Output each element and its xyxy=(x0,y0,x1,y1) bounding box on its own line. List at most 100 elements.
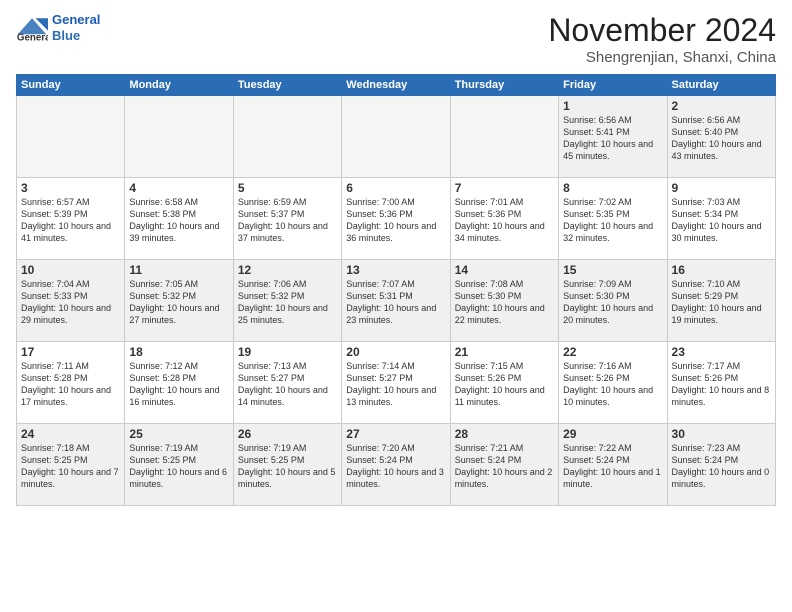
calendar-cell: 29Sunrise: 7:22 AM Sunset: 5:24 PM Dayli… xyxy=(559,424,667,506)
day-number: 20 xyxy=(346,345,445,359)
calendar-cell: 28Sunrise: 7:21 AM Sunset: 5:24 PM Dayli… xyxy=(450,424,558,506)
day-number: 11 xyxy=(129,263,228,277)
weekday-header-saturday: Saturday xyxy=(667,75,775,96)
calendar-cell: 17Sunrise: 7:11 AM Sunset: 5:28 PM Dayli… xyxy=(17,342,125,424)
week-row-2: 3Sunrise: 6:57 AM Sunset: 5:39 PM Daylig… xyxy=(17,178,776,260)
weekday-header-row: SundayMondayTuesdayWednesdayThursdayFrid… xyxy=(17,75,776,96)
day-info: Sunrise: 7:05 AM Sunset: 5:32 PM Dayligh… xyxy=(129,278,228,327)
month-title: November 2024 xyxy=(548,12,776,49)
day-number: 14 xyxy=(455,263,554,277)
day-info: Sunrise: 7:10 AM Sunset: 5:29 PM Dayligh… xyxy=(672,278,771,327)
calendar-cell: 30Sunrise: 7:23 AM Sunset: 5:24 PM Dayli… xyxy=(667,424,775,506)
day-info: Sunrise: 7:22 AM Sunset: 5:24 PM Dayligh… xyxy=(563,442,662,491)
calendar-cell: 23Sunrise: 7:17 AM Sunset: 5:26 PM Dayli… xyxy=(667,342,775,424)
calendar-cell: 4Sunrise: 6:58 AM Sunset: 5:38 PM Daylig… xyxy=(125,178,233,260)
calendar-cell: 19Sunrise: 7:13 AM Sunset: 5:27 PM Dayli… xyxy=(233,342,341,424)
calendar-cell: 7Sunrise: 7:01 AM Sunset: 5:36 PM Daylig… xyxy=(450,178,558,260)
day-info: Sunrise: 7:20 AM Sunset: 5:24 PM Dayligh… xyxy=(346,442,445,491)
day-info: Sunrise: 7:18 AM Sunset: 5:25 PM Dayligh… xyxy=(21,442,120,491)
calendar-cell: 6Sunrise: 7:00 AM Sunset: 5:36 PM Daylig… xyxy=(342,178,450,260)
day-info: Sunrise: 7:12 AM Sunset: 5:28 PM Dayligh… xyxy=(129,360,228,409)
day-number: 15 xyxy=(563,263,662,277)
calendar-cell: 12Sunrise: 7:06 AM Sunset: 5:32 PM Dayli… xyxy=(233,260,341,342)
calendar-cell: 13Sunrise: 7:07 AM Sunset: 5:31 PM Dayli… xyxy=(342,260,450,342)
day-info: Sunrise: 6:58 AM Sunset: 5:38 PM Dayligh… xyxy=(129,196,228,245)
day-number: 21 xyxy=(455,345,554,359)
day-number: 19 xyxy=(238,345,337,359)
page-header: General General Blue November 2024 Sheng… xyxy=(16,12,776,66)
day-info: Sunrise: 7:07 AM Sunset: 5:31 PM Dayligh… xyxy=(346,278,445,327)
calendar-table: SundayMondayTuesdayWednesdayThursdayFrid… xyxy=(16,74,776,506)
day-number: 6 xyxy=(346,181,445,195)
day-number: 28 xyxy=(455,427,554,441)
logo-text: General Blue xyxy=(52,12,100,43)
calendar-cell: 18Sunrise: 7:12 AM Sunset: 5:28 PM Dayli… xyxy=(125,342,233,424)
day-number: 17 xyxy=(21,345,120,359)
calendar-cell: 1Sunrise: 6:56 AM Sunset: 5:41 PM Daylig… xyxy=(559,96,667,178)
week-row-3: 10Sunrise: 7:04 AM Sunset: 5:33 PM Dayli… xyxy=(17,260,776,342)
calendar-cell: 2Sunrise: 6:56 AM Sunset: 5:40 PM Daylig… xyxy=(667,96,775,178)
day-info: Sunrise: 7:17 AM Sunset: 5:26 PM Dayligh… xyxy=(672,360,771,409)
day-number: 5 xyxy=(238,181,337,195)
week-row-4: 17Sunrise: 7:11 AM Sunset: 5:28 PM Dayli… xyxy=(17,342,776,424)
calendar-cell: 16Sunrise: 7:10 AM Sunset: 5:29 PM Dayli… xyxy=(667,260,775,342)
weekday-header-sunday: Sunday xyxy=(17,75,125,96)
svg-text:General: General xyxy=(17,32,48,42)
day-number: 24 xyxy=(21,427,120,441)
location: Shengrenjian, Shanxi, China xyxy=(548,49,776,66)
day-info: Sunrise: 7:01 AM Sunset: 5:36 PM Dayligh… xyxy=(455,196,554,245)
calendar-cell: 21Sunrise: 7:15 AM Sunset: 5:26 PM Dayli… xyxy=(450,342,558,424)
day-info: Sunrise: 7:09 AM Sunset: 5:30 PM Dayligh… xyxy=(563,278,662,327)
day-number: 9 xyxy=(672,181,771,195)
calendar-cell: 25Sunrise: 7:19 AM Sunset: 5:25 PM Dayli… xyxy=(125,424,233,506)
day-info: Sunrise: 7:14 AM Sunset: 5:27 PM Dayligh… xyxy=(346,360,445,409)
logo: General General Blue xyxy=(16,12,100,43)
day-number: 12 xyxy=(238,263,337,277)
day-info: Sunrise: 7:13 AM Sunset: 5:27 PM Dayligh… xyxy=(238,360,337,409)
calendar-cell: 26Sunrise: 7:19 AM Sunset: 5:25 PM Dayli… xyxy=(233,424,341,506)
day-info: Sunrise: 7:04 AM Sunset: 5:33 PM Dayligh… xyxy=(21,278,120,327)
day-info: Sunrise: 7:23 AM Sunset: 5:24 PM Dayligh… xyxy=(672,442,771,491)
day-number: 26 xyxy=(238,427,337,441)
weekday-header-friday: Friday xyxy=(559,75,667,96)
day-number: 3 xyxy=(21,181,120,195)
calendar-cell: 22Sunrise: 7:16 AM Sunset: 5:26 PM Dayli… xyxy=(559,342,667,424)
day-info: Sunrise: 7:15 AM Sunset: 5:26 PM Dayligh… xyxy=(455,360,554,409)
day-number: 18 xyxy=(129,345,228,359)
calendar-cell: 27Sunrise: 7:20 AM Sunset: 5:24 PM Dayli… xyxy=(342,424,450,506)
week-row-1: 1Sunrise: 6:56 AM Sunset: 5:41 PM Daylig… xyxy=(17,96,776,178)
calendar-cell xyxy=(125,96,233,178)
day-info: Sunrise: 7:06 AM Sunset: 5:32 PM Dayligh… xyxy=(238,278,337,327)
day-number: 27 xyxy=(346,427,445,441)
day-info: Sunrise: 7:19 AM Sunset: 5:25 PM Dayligh… xyxy=(129,442,228,491)
weekday-header-monday: Monday xyxy=(125,75,233,96)
calendar-cell: 3Sunrise: 6:57 AM Sunset: 5:39 PM Daylig… xyxy=(17,178,125,260)
calendar-cell xyxy=(233,96,341,178)
day-info: Sunrise: 6:57 AM Sunset: 5:39 PM Dayligh… xyxy=(21,196,120,245)
weekday-header-wednesday: Wednesday xyxy=(342,75,450,96)
day-number: 13 xyxy=(346,263,445,277)
day-number: 22 xyxy=(563,345,662,359)
day-number: 23 xyxy=(672,345,771,359)
logo-icon: General xyxy=(16,14,48,42)
day-number: 29 xyxy=(563,427,662,441)
calendar-cell: 10Sunrise: 7:04 AM Sunset: 5:33 PM Dayli… xyxy=(17,260,125,342)
calendar-cell: 8Sunrise: 7:02 AM Sunset: 5:35 PM Daylig… xyxy=(559,178,667,260)
day-number: 1 xyxy=(563,99,662,113)
day-number: 30 xyxy=(672,427,771,441)
day-number: 7 xyxy=(455,181,554,195)
day-number: 25 xyxy=(129,427,228,441)
calendar-cell: 20Sunrise: 7:14 AM Sunset: 5:27 PM Dayli… xyxy=(342,342,450,424)
day-info: Sunrise: 7:19 AM Sunset: 5:25 PM Dayligh… xyxy=(238,442,337,491)
calendar-cell: 15Sunrise: 7:09 AM Sunset: 5:30 PM Dayli… xyxy=(559,260,667,342)
day-number: 4 xyxy=(129,181,228,195)
weekday-header-thursday: Thursday xyxy=(450,75,558,96)
day-info: Sunrise: 7:08 AM Sunset: 5:30 PM Dayligh… xyxy=(455,278,554,327)
calendar-cell xyxy=(17,96,125,178)
calendar-cell: 5Sunrise: 6:59 AM Sunset: 5:37 PM Daylig… xyxy=(233,178,341,260)
weekday-header-tuesday: Tuesday xyxy=(233,75,341,96)
calendar-cell: 9Sunrise: 7:03 AM Sunset: 5:34 PM Daylig… xyxy=(667,178,775,260)
day-info: Sunrise: 7:00 AM Sunset: 5:36 PM Dayligh… xyxy=(346,196,445,245)
day-info: Sunrise: 7:16 AM Sunset: 5:26 PM Dayligh… xyxy=(563,360,662,409)
week-row-5: 24Sunrise: 7:18 AM Sunset: 5:25 PM Dayli… xyxy=(17,424,776,506)
